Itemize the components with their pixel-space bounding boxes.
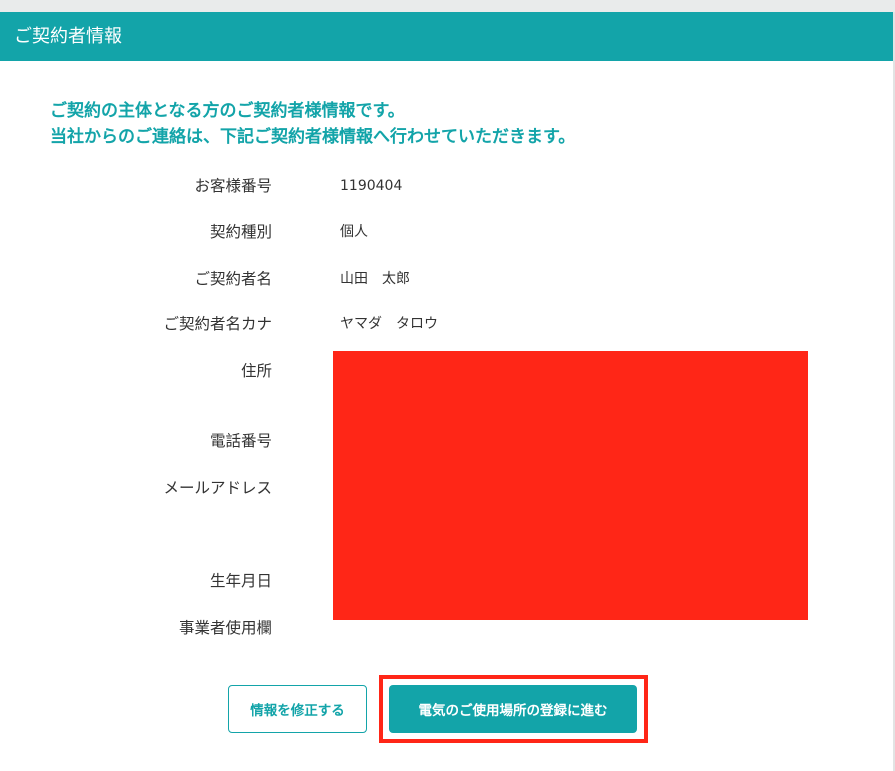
field-row-contract-type: 契約種別 個人 [0,220,893,244]
field-row-contractor-kana: ご契約者名カナ ヤマダ タロウ [0,312,893,336]
field-label: ご契約者名 [194,270,272,288]
field-label: 事業者使用欄 [178,619,272,637]
top-band [0,0,895,12]
edit-info-button[interactable]: 情報を修正する [228,685,367,733]
field-label: 契約種別 [209,223,272,241]
field-value: 山田 太郎 [340,271,410,287]
proceed-to-usage-location-button[interactable]: 電気のご使用場所の登録に進む [389,685,637,733]
intro-line-1: ご契約の主体となる方のご契約者様情報です。 [50,101,405,121]
redaction-block [333,351,808,620]
field-row-contractor-name: ご契約者名 山田 太郎 [0,267,893,291]
field-value: ヤマダ タロウ [340,316,438,332]
field-label: 生年月日 [209,572,272,590]
intro-text: ご契約の主体となる方のご契約者様情報です。 当社からのご連絡は、下記ご契約者様情… [50,98,830,150]
contract-info-panel: ご契約者情報 ご契約の主体となる方のご契約者様情報です。 当社からのご連絡は、下… [0,12,895,771]
field-label: 電話番号 [209,432,272,450]
page-title: ご契約者情報 [0,12,893,61]
field-label: お客様番号 [194,177,272,195]
field-label: ご契約者名カナ [163,315,272,333]
field-row-customer-number: お客様番号 1190404 [0,174,893,198]
field-value: 個人 [340,224,368,240]
intro-line-2: 当社からのご連絡は、下記ご契約者様情報へ行わせていただきます。 [50,127,576,147]
field-value: 1190404 [340,178,403,194]
field-label: 住所 [240,362,272,380]
field-label: メールアドレス [163,479,272,497]
